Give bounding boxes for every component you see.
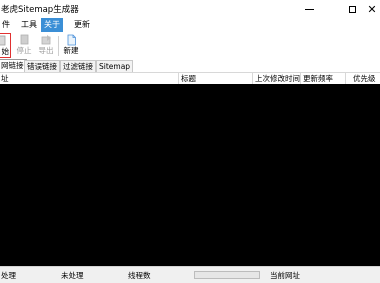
maximize-icon	[348, 5, 356, 13]
menu-update[interactable]: 更新	[71, 18, 93, 32]
tab-site-links[interactable]: 网链接	[0, 59, 27, 72]
minimize-icon	[304, 8, 314, 10]
stop-label: 停止	[16, 46, 32, 55]
export-label: 导出	[38, 46, 54, 55]
new-file-icon	[67, 34, 76, 46]
tab-sitemap[interactable]: Sitemap	[96, 60, 134, 72]
export-button[interactable]: 导出	[35, 33, 57, 58]
tab-strip: 网链接 错误链接 过滤链接 Sitemap	[0, 59, 380, 72]
tab-filtered-links[interactable]: 过滤链接	[60, 60, 96, 72]
menu-about[interactable]: 关于	[41, 18, 63, 32]
stop-icon	[20, 34, 28, 45]
title-bar: 老虎Sitemap生成器 ✕	[0, 0, 380, 18]
column-divider[interactable]	[252, 73, 253, 84]
start-button[interactable]: 始	[0, 33, 11, 58]
start-icon	[0, 35, 6, 46]
column-lastmod[interactable]: 上次修改时间	[255, 73, 300, 84]
close-button[interactable]: ✕	[364, 0, 380, 18]
column-divider[interactable]	[345, 73, 346, 84]
menu-file[interactable]: 件	[0, 18, 13, 32]
processed-label: 处理	[1, 271, 16, 280]
menu-bar: 件 工具 关于 更新	[0, 18, 380, 32]
column-priority[interactable]: 优先级	[353, 73, 376, 84]
toolbar: 始 停止 导出 新建	[0, 32, 380, 60]
url-list[interactable]	[0, 84, 380, 266]
column-divider[interactable]	[178, 73, 179, 84]
start-label: 始	[1, 47, 10, 56]
close-icon: ✕	[367, 2, 377, 16]
window-title: 老虎Sitemap生成器	[1, 5, 79, 15]
column-url[interactable]: 址	[1, 73, 9, 84]
export-icon	[41, 35, 51, 45]
tab-error-links[interactable]: 错误链接	[24, 60, 60, 72]
stop-button[interactable]: 停止	[13, 33, 35, 58]
column-changefreq[interactable]: 更新频率	[303, 73, 333, 84]
column-title[interactable]: 标题	[181, 73, 196, 84]
new-button[interactable]: 新建	[60, 33, 82, 58]
column-divider[interactable]	[300, 73, 301, 84]
unprocessed-label: 未处理	[61, 271, 84, 280]
maximize-button[interactable]	[339, 0, 365, 18]
progress-bar	[194, 271, 260, 279]
menu-tools[interactable]: 工具	[18, 18, 40, 32]
minimize-button[interactable]	[296, 0, 322, 18]
toolbar-separator	[58, 36, 59, 56]
threads-label: 线程数	[128, 271, 151, 280]
new-label: 新建	[63, 46, 79, 55]
current-url-label: 当前网址	[270, 271, 300, 280]
status-bar: 处理 未处理 线程数 当前网址	[0, 266, 380, 283]
